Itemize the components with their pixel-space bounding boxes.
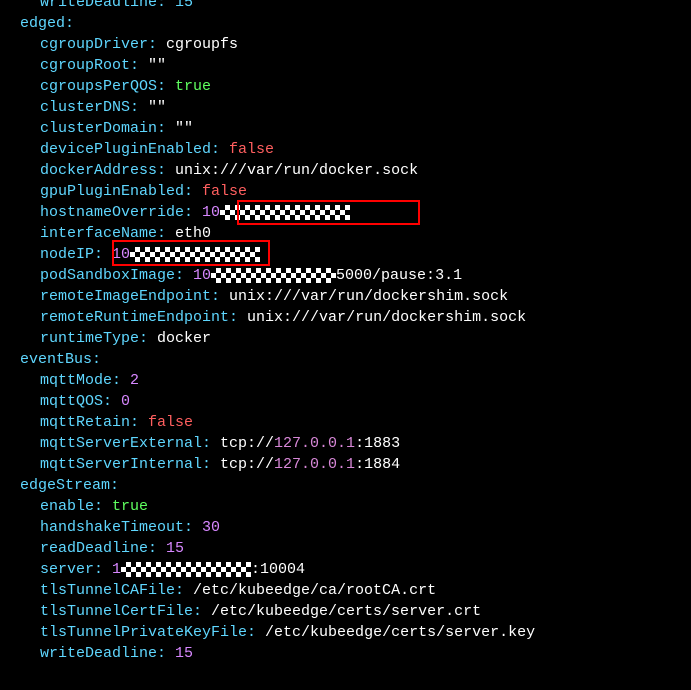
redacted-content <box>121 562 251 577</box>
yaml-line: cgroupsPerQOS: true <box>0 76 691 97</box>
yaml-line: clusterDNS: "" <box>0 97 691 118</box>
yaml-line: remoteRuntimeEndpoint: unix:///var/run/d… <box>0 307 691 328</box>
yaml-section-edgestream: edgeStream: <box>0 475 691 496</box>
yaml-line: tlsTunnelCertFile: /etc/kubeedge/certs/s… <box>0 601 691 622</box>
yaml-line: server: 1:10004 <box>0 559 691 580</box>
yaml-line: mqttRetain: false <box>0 412 691 433</box>
yaml-line-nodeip: nodeIP: 10 <box>0 244 691 265</box>
yaml-line: gpuPluginEnabled: false <box>0 181 691 202</box>
yaml-line: readDeadline: 15 <box>0 538 691 559</box>
yaml-line: mqttServerInternal: tcp://127.0.0.1:1884 <box>0 454 691 475</box>
yaml-line: interfaceName: eth0 <box>0 223 691 244</box>
yaml-line: mqttMode: 2 <box>0 370 691 391</box>
yaml-line: remoteImageEndpoint: unix:///var/run/doc… <box>0 286 691 307</box>
yaml-line: runtimeType: docker <box>0 328 691 349</box>
yaml-line: devicePluginEnabled: false <box>0 139 691 160</box>
yaml-line: cgroupDriver: cgroupfs <box>0 34 691 55</box>
terminal-output: writeDeadline: 15 edged: cgroupDriver: c… <box>0 0 691 664</box>
yaml-line-partial: writeDeadline: 15 <box>0 0 691 13</box>
yaml-section-edged: edged: <box>0 13 691 34</box>
yaml-line: podSandboxImage: 105000/pause:3.1 <box>0 265 691 286</box>
yaml-line: writeDeadline: 15 <box>0 643 691 664</box>
yaml-line: enable: true <box>0 496 691 517</box>
yaml-line: mqttQOS: 0 <box>0 391 691 412</box>
yaml-line: handshakeTimeout: 30 <box>0 517 691 538</box>
yaml-line: dockerAddress: unix:///var/run/docker.so… <box>0 160 691 181</box>
yaml-line: cgroupRoot: "" <box>0 55 691 76</box>
redacted-content <box>130 247 260 262</box>
yaml-line: clusterDomain: "" <box>0 118 691 139</box>
redacted-content <box>220 205 350 220</box>
yaml-line: tlsTunnelCAFile: /etc/kubeedge/ca/rootCA… <box>0 580 691 601</box>
yaml-section-eventbus: eventBus: <box>0 349 691 370</box>
yaml-line: mqttServerExternal: tcp://127.0.0.1:1883 <box>0 433 691 454</box>
redacted-content <box>211 268 336 283</box>
yaml-line: tlsTunnelPrivateKeyFile: /etc/kubeedge/c… <box>0 622 691 643</box>
yaml-line-hostname: hostnameOverride: 10 <box>0 202 691 223</box>
